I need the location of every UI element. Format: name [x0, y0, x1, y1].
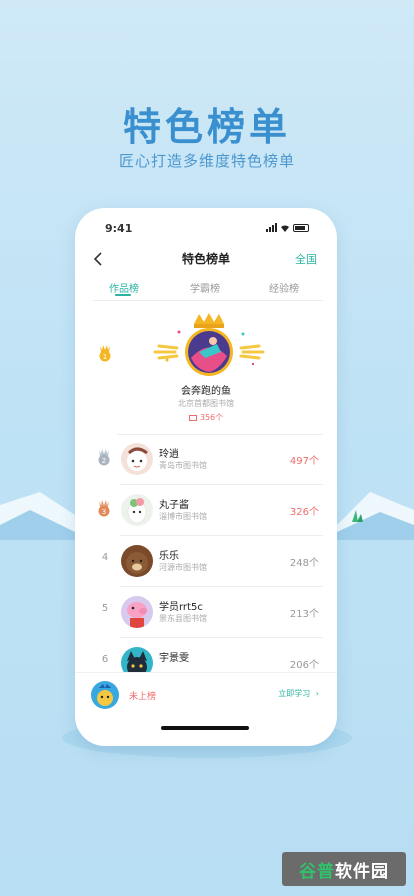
work-count: 326个	[289, 507, 319, 518]
rank-number: 6	[101, 654, 109, 665]
my-avatar	[91, 681, 119, 709]
gold-medal-icon: 1	[99, 345, 111, 362]
tab-experience[interactable]: 经验榜	[269, 280, 299, 295]
bronze-medal-icon: 3	[98, 500, 110, 517]
user-library: 河源市图书馆	[159, 563, 207, 572]
chevron-right-icon: ›	[315, 689, 319, 698]
hero-title: 特色榜单	[122, 105, 291, 149]
list-item[interactable]: 5 学员rrt5c 景东县图书馆 213个	[75, 587, 337, 638]
rank-number: 4	[101, 552, 109, 563]
watermark-part1: 谷普	[299, 861, 335, 882]
watermark-logo: 谷普 软件园	[282, 852, 406, 886]
tab-active-indicator	[115, 294, 131, 296]
crown-icon	[194, 313, 224, 328]
signal-icon	[266, 223, 277, 232]
tab-divider	[93, 300, 323, 301]
user-library: 青岛市图书馆	[159, 461, 207, 470]
book-icon	[188, 414, 197, 421]
list-item[interactable]: 2 玲逍 青岛市图书馆 497个	[75, 434, 337, 485]
avatar	[121, 443, 153, 475]
watermark-part2: 软件园	[335, 861, 389, 882]
status-icons	[266, 223, 309, 232]
nav-bar: 特色榜单 全国	[75, 248, 337, 272]
ranking-list: 2 玲逍 青岛市图书馆 497个 3 丸子酱 淄博市图书馆 326个 4 乐乐 …	[75, 434, 337, 689]
user-library: 淄博市图书馆	[159, 512, 207, 521]
rank-number: 2	[102, 457, 106, 465]
avatar	[121, 596, 153, 628]
battery-icon	[293, 224, 309, 232]
rank-number: 5	[101, 603, 109, 614]
champion-count: 356个	[75, 412, 337, 423]
user-name: 玲逍	[159, 449, 179, 460]
phone-frame: 9:41 特色榜单 全国 作品榜 学霸榜 经验榜 1 会奔跑的鱼 北京首都图书馆…	[75, 208, 337, 746]
rank-number: 3	[102, 508, 106, 516]
user-name: 学员rrt5c	[159, 602, 203, 613]
hero-subtitle: 匠心打造多维度特色榜单	[118, 152, 295, 170]
silver-medal-icon: 2	[98, 449, 110, 466]
avatar	[121, 494, 153, 526]
tab-works[interactable]: 作品榜	[109, 280, 139, 295]
champion-name[interactable]: 会奔跑的鱼	[75, 382, 337, 397]
user-name: 宇景雯	[159, 653, 189, 664]
work-count: 248个	[289, 558, 319, 569]
user-name: 乐乐	[159, 551, 179, 562]
my-rank-status: 未上榜	[129, 692, 157, 702]
home-indicator[interactable]	[161, 726, 249, 730]
champion-count-value: 356个	[199, 413, 224, 422]
user-name: 丸子酱	[159, 500, 189, 511]
study-now-link[interactable]: 立即学习 ›	[278, 688, 319, 699]
wifi-icon	[281, 225, 289, 232]
avatar	[121, 545, 153, 577]
study-now-label: 立即学习	[278, 689, 311, 698]
work-count: 497个	[289, 456, 319, 467]
work-count: 213个	[289, 609, 319, 620]
list-item[interactable]: 4 乐乐 河源市图书馆 248个	[75, 536, 337, 587]
champion-rank: 1	[103, 353, 107, 361]
user-library: 景东县图书馆	[159, 614, 207, 623]
list-item[interactable]: 3 丸子酱 淄博市图书馆 326个	[75, 485, 337, 536]
tab-scholar[interactable]: 学霸榜	[190, 280, 220, 295]
champion-library: 北京首都图书馆	[178, 399, 234, 408]
my-rank-bar: 未上榜 立即学习 ›	[75, 672, 337, 716]
work-count: 206个	[289, 660, 319, 671]
status-bar: 9:41	[75, 220, 337, 236]
status-time: 9:41	[105, 222, 133, 235]
region-selector[interactable]: 全国	[295, 251, 317, 267]
